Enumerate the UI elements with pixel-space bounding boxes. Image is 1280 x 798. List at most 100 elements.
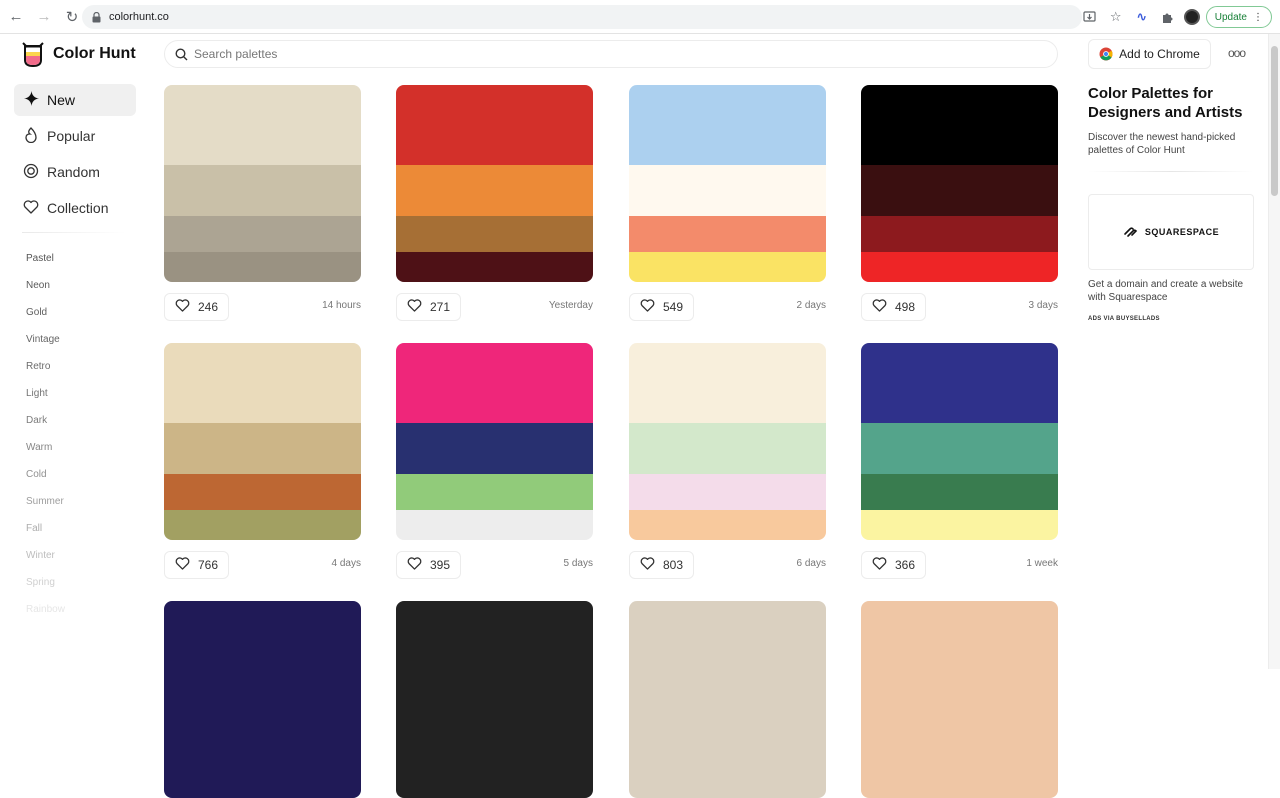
palette-card[interactable]: 395 5 days bbox=[396, 343, 593, 579]
update-button[interactable]: Update ⋮ bbox=[1205, 6, 1272, 28]
tag-dark[interactable]: Dark bbox=[14, 407, 136, 434]
tag-retro[interactable]: Retro bbox=[14, 353, 136, 380]
like-button[interactable]: 498 bbox=[861, 293, 927, 321]
palette-swatch[interactable] bbox=[164, 601, 361, 798]
palette-swatch[interactable] bbox=[164, 343, 361, 540]
color-band[interactable] bbox=[861, 423, 1058, 474]
color-band[interactable] bbox=[861, 343, 1058, 423]
color-band[interactable] bbox=[629, 474, 826, 510]
color-band[interactable] bbox=[861, 510, 1058, 540]
reload-icon[interactable]: ↻ bbox=[60, 5, 84, 29]
tag-cold[interactable]: Cold bbox=[14, 461, 136, 488]
color-band[interactable] bbox=[164, 216, 361, 252]
color-band[interactable] bbox=[629, 423, 826, 474]
tag-neon[interactable]: Neon bbox=[14, 272, 136, 299]
color-band[interactable] bbox=[629, 165, 826, 216]
color-band[interactable] bbox=[396, 252, 593, 282]
tag-spring[interactable]: Spring bbox=[14, 569, 136, 596]
palette-card[interactable] bbox=[396, 601, 593, 798]
tag-pastel[interactable]: Pastel bbox=[14, 245, 136, 272]
palette-card[interactable]: 366 1 week bbox=[861, 343, 1058, 579]
forward-arrow-icon[interactable]: → bbox=[32, 5, 56, 29]
color-band[interactable] bbox=[396, 423, 593, 474]
color-band[interactable] bbox=[629, 85, 826, 165]
palette-card[interactable] bbox=[629, 601, 826, 798]
color-band[interactable] bbox=[629, 343, 826, 423]
color-band[interactable] bbox=[861, 252, 1058, 282]
puzzle-extensions-icon[interactable] bbox=[1158, 7, 1178, 27]
palette-swatch[interactable] bbox=[861, 601, 1058, 798]
page-scrollbar[interactable] bbox=[1268, 34, 1280, 669]
color-band[interactable] bbox=[861, 165, 1058, 216]
palette-swatch[interactable] bbox=[629, 343, 826, 540]
like-button[interactable]: 246 bbox=[164, 293, 230, 321]
color-band[interactable] bbox=[164, 165, 361, 216]
tag-warm[interactable]: Warm bbox=[14, 434, 136, 461]
sidebar-item-new[interactable]: New bbox=[14, 84, 136, 116]
color-band[interactable] bbox=[396, 165, 593, 216]
color-band[interactable] bbox=[629, 601, 826, 798]
search-input[interactable] bbox=[194, 47, 994, 61]
back-arrow-icon[interactable]: ← bbox=[4, 5, 28, 29]
squarespace-ad[interactable]: SQUARESPACE bbox=[1088, 194, 1254, 270]
palette-swatch[interactable] bbox=[164, 85, 361, 282]
palette-swatch[interactable] bbox=[629, 601, 826, 798]
palette-swatch[interactable] bbox=[861, 85, 1058, 282]
color-band[interactable] bbox=[164, 423, 361, 474]
color-band[interactable] bbox=[861, 601, 1058, 798]
palette-card[interactable]: 498 3 days bbox=[861, 85, 1058, 321]
palette-card[interactable]: 246 14 hours bbox=[164, 85, 361, 321]
color-band[interactable] bbox=[396, 85, 593, 165]
color-band[interactable] bbox=[861, 474, 1058, 510]
tag-light[interactable]: Light bbox=[14, 380, 136, 407]
color-band[interactable] bbox=[164, 510, 361, 540]
bookmark-star-icon[interactable]: ☆ bbox=[1106, 7, 1126, 27]
palette-swatch[interactable] bbox=[396, 601, 593, 798]
like-button[interactable]: 366 bbox=[861, 551, 927, 579]
palette-swatch[interactable] bbox=[861, 343, 1058, 540]
palette-swatch[interactable] bbox=[629, 85, 826, 282]
palette-card[interactable]: 766 4 days bbox=[164, 343, 361, 579]
color-band[interactable] bbox=[629, 216, 826, 252]
tag-rainbow[interactable]: Rainbow bbox=[14, 596, 136, 623]
profile-avatar[interactable] bbox=[1183, 9, 1200, 25]
like-button[interactable]: 803 bbox=[629, 551, 695, 579]
color-band[interactable] bbox=[396, 216, 593, 252]
like-button[interactable]: 395 bbox=[396, 551, 462, 579]
more-options-button[interactable]: ooo bbox=[1228, 46, 1246, 60]
color-band[interactable] bbox=[396, 510, 593, 540]
sidebar-item-random[interactable]: Random bbox=[14, 156, 136, 188]
tag-summer[interactable]: Summer bbox=[14, 488, 136, 515]
address-bar[interactable]: colorhunt.co bbox=[82, 5, 1082, 29]
logo[interactable]: Color Hunt bbox=[21, 40, 136, 68]
palette-swatch[interactable] bbox=[396, 85, 593, 282]
sidebar-item-collection[interactable]: Collection bbox=[14, 192, 136, 224]
color-band[interactable] bbox=[861, 85, 1058, 165]
tag-fall[interactable]: Fall bbox=[14, 515, 136, 542]
color-band[interactable] bbox=[164, 252, 361, 282]
color-band[interactable] bbox=[396, 474, 593, 510]
color-band[interactable] bbox=[629, 252, 826, 282]
tag-gold[interactable]: Gold bbox=[14, 299, 136, 326]
palette-card[interactable]: 803 6 days bbox=[629, 343, 826, 579]
add-to-chrome-button[interactable]: Add to Chrome bbox=[1088, 39, 1211, 69]
color-band[interactable] bbox=[396, 601, 593, 798]
ad-text[interactable]: Get a domain and create a website with S… bbox=[1088, 278, 1254, 304]
tag-winter[interactable]: Winter bbox=[14, 542, 136, 569]
like-button[interactable]: 549 bbox=[629, 293, 695, 321]
palette-card[interactable] bbox=[861, 601, 1058, 798]
search-bar[interactable] bbox=[164, 40, 1058, 68]
color-band[interactable] bbox=[396, 343, 593, 423]
color-band[interactable] bbox=[164, 474, 361, 510]
install-app-icon[interactable] bbox=[1080, 7, 1100, 27]
color-band[interactable] bbox=[629, 510, 826, 540]
scrollbar-thumb[interactable] bbox=[1271, 46, 1278, 196]
palette-card[interactable]: 549 2 days bbox=[629, 85, 826, 321]
color-band[interactable] bbox=[164, 343, 361, 423]
tag-vintage[interactable]: Vintage bbox=[14, 326, 136, 353]
color-band[interactable] bbox=[164, 85, 361, 165]
palette-card[interactable]: 271 Yesterday bbox=[396, 85, 593, 321]
sidebar-item-popular[interactable]: Popular bbox=[14, 120, 136, 152]
palette-swatch[interactable] bbox=[396, 343, 593, 540]
color-band[interactable] bbox=[861, 216, 1058, 252]
